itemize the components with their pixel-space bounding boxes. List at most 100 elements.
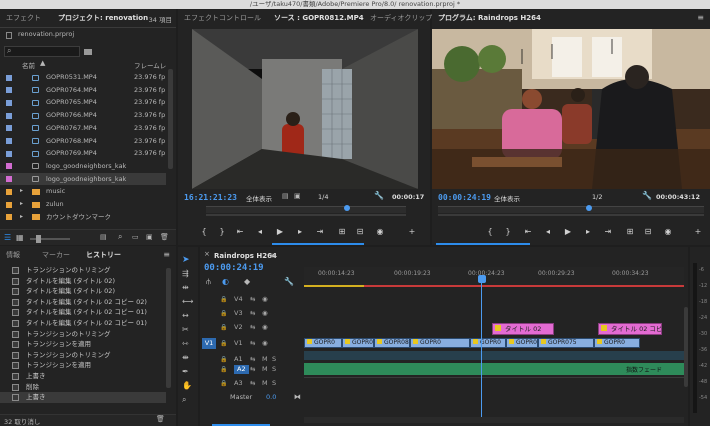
step-forward-icon[interactable]: ▸	[294, 227, 306, 237]
program-scrub-bar[interactable]	[438, 206, 704, 213]
track-select-tool-icon[interactable]: ⇶	[182, 269, 189, 278]
step-back-icon[interactable]: ◂	[254, 227, 266, 237]
project-item[interactable]: logo_goodneighbors_kak	[0, 172, 166, 186]
source-zoom-select[interactable]: 全体表示	[246, 193, 272, 203]
track-header-a3[interactable]: 🔒 A3 ⇆ M S	[200, 377, 304, 390]
lock-icon[interactable]: 🔒	[220, 307, 227, 320]
column-header-framerate[interactable]: フレームレ	[134, 60, 166, 70]
button-editor-icon[interactable]: +	[692, 227, 704, 237]
project-item[interactable]: GOPR0765.MP4 23.976 fp	[0, 96, 166, 109]
mark-out-icon[interactable]: }	[502, 227, 514, 237]
pen-tool-icon[interactable]: ✒	[182, 367, 189, 376]
panel-menu-icon[interactable]: ≡	[270, 251, 277, 260]
program-zoom-select[interactable]: 全体表示	[494, 193, 520, 203]
source-timecode[interactable]: 16:21:21:23	[184, 193, 237, 202]
lift-icon[interactable]: ⊞	[624, 227, 636, 237]
history-item[interactable]: タイトルを編集 (タイトル 02 コピー 01)	[0, 318, 166, 329]
lock-icon[interactable]: 🔒	[220, 363, 227, 376]
master-value[interactable]: 0.0	[266, 393, 276, 401]
video-clip[interactable]: GOPR0	[594, 338, 640, 348]
eye-icon[interactable]: ◉	[262, 293, 268, 306]
history-item[interactable]: トランジションのトリミング	[0, 329, 166, 340]
trash-icon[interactable]: 🗑	[160, 233, 169, 241]
sync-lock-icon[interactable]: ⇆	[250, 363, 255, 376]
project-item[interactable]: GOPR0767.MP4 23.976 fp	[0, 122, 166, 135]
timeline-timecode[interactable]: 00:00:24:19	[204, 263, 264, 273]
track-header-a2[interactable]: 🔒 A2 ⇆ M S	[200, 363, 304, 376]
audio-clip[interactable]	[304, 351, 684, 360]
track-header-v2[interactable]: 🔒 V2 ⇆ ◉	[200, 321, 304, 334]
delete-history-icon[interactable]: 🗑	[156, 415, 165, 423]
find-icon[interactable]: ⌕	[118, 232, 122, 242]
timeline-settings-icon[interactable]: 🔧	[284, 277, 294, 286]
solo-icon[interactable]: S	[272, 363, 276, 376]
video-clip[interactable]: GOPR0	[304, 338, 342, 348]
project-item[interactable]: GOPR0769.MP4 23.976 fp	[0, 147, 166, 160]
go-to-out-icon[interactable]: ⇥	[602, 227, 614, 237]
history-item[interactable]: 削除	[0, 382, 166, 393]
slide-tool-icon[interactable]: ⇼	[182, 353, 189, 362]
video-clip[interactable]: GOPR0	[470, 338, 506, 348]
solo-icon[interactable]: S	[272, 377, 276, 390]
project-item[interactable]: ▸ zulun	[0, 198, 166, 211]
tab-source[interactable]: ソース : GOPR0812.MP4	[274, 9, 364, 27]
program-timecode[interactable]: 00:00:24:19	[438, 193, 491, 202]
sync-lock-icon[interactable]: ⇆	[250, 307, 255, 320]
insert-icon[interactable]: ⊞	[336, 227, 348, 237]
history-item[interactable]: 上書き	[0, 371, 166, 382]
history-item[interactable]: トランジションのトリミング	[0, 350, 166, 361]
automate-icon[interactable]: ▤	[100, 233, 107, 241]
tab-audio-clip-mixer[interactable]: オーディオクリップ:	[370, 9, 435, 27]
history-item[interactable]: 上書き	[0, 392, 166, 403]
button-editor-icon[interactable]: +	[406, 227, 418, 237]
project-item[interactable]: logo_goodneighbors_kak	[0, 160, 166, 173]
selection-tool-icon[interactable]: ➤	[182, 255, 190, 265]
panel-menu-icon[interactable]: ≡	[163, 250, 170, 259]
go-to-out-icon[interactable]: ⇥	[314, 227, 326, 237]
project-item[interactable]: ▸ music	[0, 185, 166, 198]
title-clip[interactable]: タイトル 02 コピ	[598, 323, 662, 335]
lock-icon[interactable]: 🔒	[220, 293, 227, 306]
project-item[interactable]: GOPR0764.MP4 23.976 fp	[0, 84, 166, 97]
hand-tool-icon[interactable]: ✋	[182, 381, 192, 390]
timeline-h-scrollbar[interactable]	[304, 417, 684, 423]
close-sequence-icon[interactable]: ×	[204, 250, 210, 258]
lock-icon[interactable]: 🔒	[220, 321, 227, 334]
tab-info[interactable]: 情報	[6, 246, 20, 264]
video-clip[interactable]: GOPR0	[410, 338, 470, 348]
project-item[interactable]: GOPR0766.MP4 23.976 fp	[0, 109, 166, 122]
sync-lock-icon[interactable]: ⇆	[250, 321, 255, 334]
bin-icon[interactable]	[84, 49, 92, 55]
source-playhead[interactable]	[344, 205, 350, 211]
history-item[interactable]: タイトルを編集 (タイトル 02)	[0, 286, 166, 297]
track-header-v4[interactable]: 🔒 V4 ⇆ ◉	[200, 293, 304, 306]
tab-effect-controls[interactable]: エフェクトコントロール	[184, 9, 261, 27]
new-bin-icon[interactable]: ▭	[132, 233, 139, 241]
go-to-in-icon[interactable]: ⇤	[234, 227, 246, 237]
list-view-icon[interactable]: ☰	[4, 233, 11, 242]
step-back-icon[interactable]: ◂	[542, 227, 554, 237]
history-item[interactable]: トランジションのトリミング	[0, 265, 166, 276]
mark-in-icon[interactable]: {	[198, 227, 210, 237]
panel-menu-icon[interactable]: ≡	[697, 13, 704, 22]
mark-out-icon[interactable]: }	[216, 227, 228, 237]
history-item[interactable]: タイトルを編集 (タイトル 02)	[0, 276, 166, 287]
lock-icon[interactable]: 🔒	[220, 377, 227, 390]
master-nav-icon[interactable]: ⧓	[294, 393, 301, 401]
razor-tool-icon[interactable]: ✂	[182, 325, 189, 334]
sync-lock-icon[interactable]: ⇆	[250, 337, 255, 350]
mark-in-icon[interactable]: {	[484, 227, 496, 237]
eye-icon[interactable]: ◉	[262, 337, 268, 350]
mute-icon[interactable]: M	[262, 363, 268, 376]
column-header-name[interactable]: 名前	[22, 60, 35, 70]
eye-icon[interactable]: ◉	[262, 321, 268, 334]
safe-margin-icon[interactable]: ▣	[294, 192, 301, 200]
wrench-icon[interactable]: 🔧	[374, 191, 384, 200]
video-clip[interactable]: GOPR075	[538, 338, 594, 348]
zoom-tool-icon[interactable]: ⌕	[182, 395, 186, 405]
title-clip[interactable]: タイトル 02	[492, 323, 554, 335]
sync-lock-icon[interactable]: ⇆	[250, 377, 255, 390]
source-scrub-bar[interactable]	[206, 206, 406, 213]
extract-icon[interactable]: ⊟	[642, 227, 654, 237]
program-resolution-select[interactable]: 1/2	[592, 193, 602, 201]
